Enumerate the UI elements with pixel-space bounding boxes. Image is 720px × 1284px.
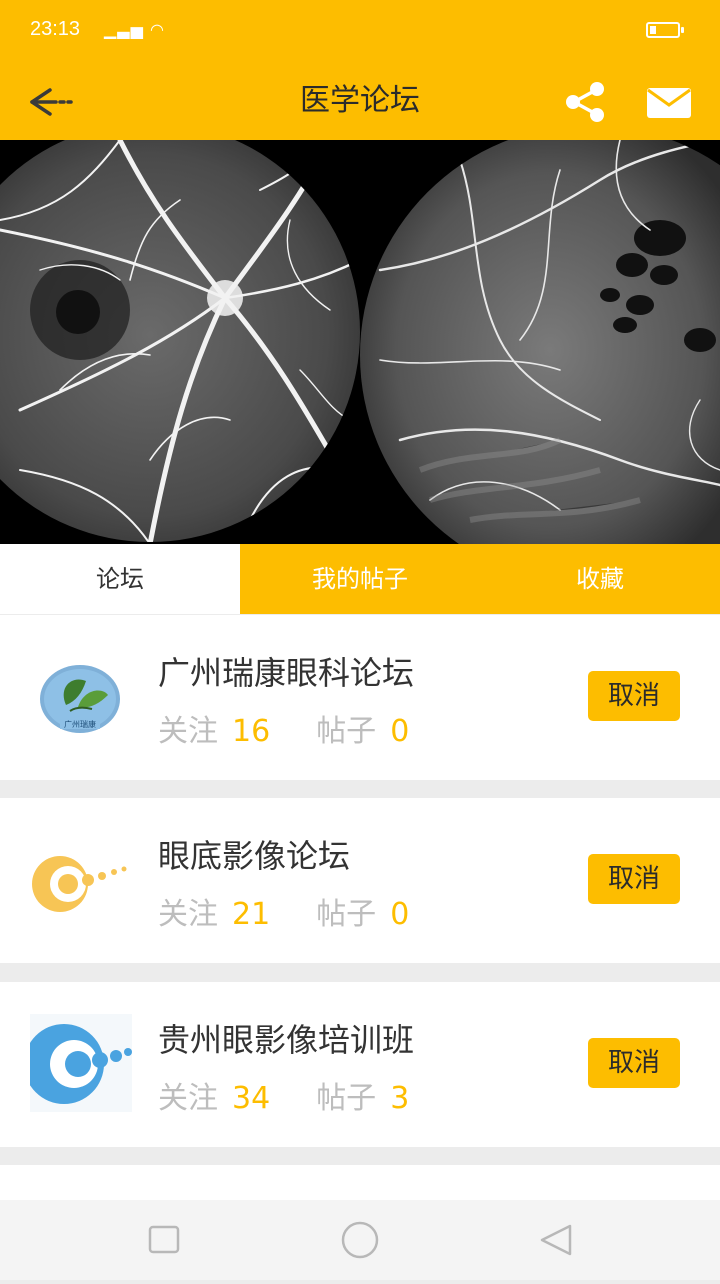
forum-name: 眼底影像论坛 xyxy=(158,837,351,875)
post-label: 帖子 xyxy=(316,1081,377,1116)
follow-label: 关注 xyxy=(158,1081,218,1116)
share-icon xyxy=(566,82,604,122)
forum-card[interactable]: 广州瑞康 广州瑞康眼科论坛 关注 16 帖子 0 取消 xyxy=(0,615,720,780)
post-count: 0 xyxy=(390,897,410,932)
page-title: 医学论坛 xyxy=(300,83,420,118)
mail-button[interactable] xyxy=(642,74,696,128)
nav-back-button[interactable] xyxy=(540,1224,572,1256)
unfollow-button[interactable]: 取消 xyxy=(588,671,680,721)
post-count: 0 xyxy=(390,714,410,749)
battery-icon xyxy=(646,22,684,38)
home-button[interactable] xyxy=(341,1221,379,1259)
post-count: 3 xyxy=(390,1081,410,1116)
eye-logo-blue-icon xyxy=(24,1014,132,1112)
eye-logo-yellow-icon xyxy=(30,836,132,928)
follow-label: 关注 xyxy=(158,897,218,932)
forum-name: 广州瑞康眼科论坛 xyxy=(158,654,415,692)
share-button[interactable] xyxy=(560,74,610,128)
follow-count: 34 xyxy=(232,1081,271,1116)
system-nav-bar xyxy=(0,1200,720,1280)
recent-apps-button[interactable] xyxy=(148,1225,180,1254)
forum-card[interactable]: 眼底影像论坛 关注 21 帖子 0 取消 xyxy=(0,798,720,963)
tab-my-posts[interactable]: 我的帖子 xyxy=(240,544,480,614)
app-header: 医学论坛 xyxy=(0,62,720,140)
follow-count: 16 xyxy=(232,714,271,749)
signal-icon: ▁▃▅ ◠ xyxy=(104,20,165,39)
follow-count: 21 xyxy=(232,897,271,932)
forum-card-partial xyxy=(0,1165,720,1200)
forum-stats: 关注 34 帖子 3 xyxy=(158,1080,409,1118)
follow-label: 关注 xyxy=(158,714,218,749)
leaf-logo-icon: 广州瑞康 xyxy=(30,653,132,745)
tab-favorites[interactable]: 收藏 xyxy=(480,544,720,614)
unfollow-button[interactable]: 取消 xyxy=(588,854,680,904)
forum-stats: 关注 16 帖子 0 xyxy=(158,713,409,751)
forum-card[interactable]: 贵州眼影像培训班 关注 34 帖子 3 取消 xyxy=(0,982,720,1147)
forum-name: 贵州眼影像培训班 xyxy=(158,1021,415,1059)
tab-bar: 论坛 我的帖子 收藏 xyxy=(0,544,720,614)
status-bar: 23:13 ▁▃▅ ◠ xyxy=(0,0,720,62)
logo-text: 广州瑞康 xyxy=(64,719,96,729)
fundus-angiography-image xyxy=(0,140,720,544)
post-label: 帖子 xyxy=(316,714,377,749)
tab-forum[interactable]: 论坛 xyxy=(0,544,240,614)
image-carousel[interactable] xyxy=(0,140,720,544)
status-time: 23:13 xyxy=(30,18,81,40)
post-label: 帖子 xyxy=(316,897,377,932)
forum-stats: 关注 21 帖子 0 xyxy=(158,896,409,934)
unfollow-button[interactable]: 取消 xyxy=(588,1038,680,1088)
mail-icon xyxy=(647,88,691,118)
